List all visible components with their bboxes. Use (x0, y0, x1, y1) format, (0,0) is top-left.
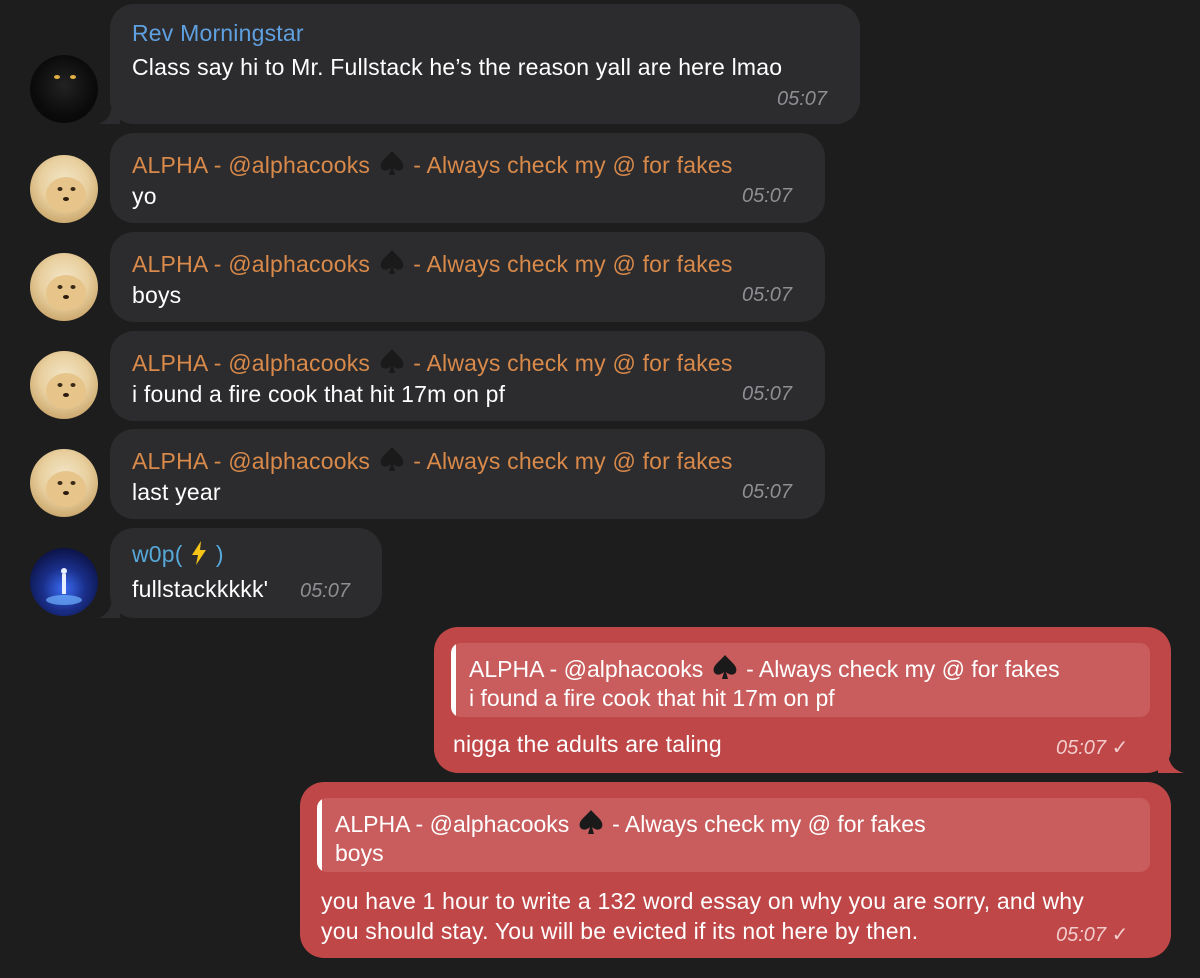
sender-tagline: - Always check my @ for fakes (413, 152, 733, 178)
read-check-icon: ✓ (1111, 737, 1129, 759)
message-time: 05:07 (742, 185, 793, 207)
sender-handle: ALPHA - @alphacooks (132, 251, 371, 277)
sender-name[interactable]: ALPHA - @alphacooks - Always check my @ … (132, 445, 733, 475)
bubble-tail (98, 102, 120, 124)
reply-text: i found a fire cook that hit 17m on pf (469, 685, 835, 711)
message-bubble[interactable]: Rev Morningstar Class say hi to Mr. Full… (110, 4, 860, 124)
message-time: 05:07 ✓ (1056, 735, 1128, 760)
doge-icon (46, 275, 86, 311)
reply-text: boys (335, 840, 384, 866)
avatar-alpha[interactable] (30, 155, 98, 223)
sender-name[interactable]: ALPHA - @alphacooks - Always check my @ … (132, 149, 733, 179)
sender-handle: w0p( (132, 541, 183, 567)
reply-sender: ALPHA - @alphacooks - Always check my @ … (469, 653, 1060, 683)
avatar-alpha[interactable] (30, 351, 98, 419)
sender-handle: ALPHA - @alphacooks (132, 152, 371, 178)
reply-preview[interactable]: ALPHA - @alphacooks - Always check my @ … (317, 798, 1150, 872)
message-bubble[interactable]: ALPHA - @alphacooks - Always check my @ … (110, 133, 825, 223)
message-text: nigga the adults are taling (453, 731, 722, 757)
sender-name[interactable]: ALPHA - @alphacooks - Always check my @ … (132, 347, 733, 377)
reply-sender-tagline: - Always check my @ for fakes (746, 656, 1060, 682)
sender-handle: ALPHA - @alphacooks (132, 350, 371, 376)
reply-sender-handle: ALPHA - @alphacooks (469, 656, 704, 682)
spade-icon (713, 655, 737, 679)
message-bubble[interactable]: ALPHA - @alphacooks - Always check my @ … (110, 429, 825, 519)
outgoing-message-bubble[interactable]: ALPHA - @alphacooks - Always check my @ … (434, 627, 1171, 773)
reply-bar (451, 643, 456, 717)
avatar-w0p[interactable] (30, 548, 98, 616)
sender-name[interactable]: ALPHA - @alphacooks - Always check my @ … (132, 248, 733, 278)
message-text: i found a fire cook that hit 17m on pf (132, 381, 506, 407)
avatar-alpha[interactable] (30, 449, 98, 517)
sender-tagline: - Always check my @ for fakes (413, 350, 733, 376)
spade-icon (380, 151, 404, 175)
sender-handle-end: ) (215, 541, 224, 567)
message-text: last year (132, 479, 221, 505)
read-check-icon: ✓ (1111, 924, 1129, 946)
message-time: 05:07 (742, 284, 793, 306)
bubble-tail (1158, 751, 1184, 773)
doge-icon (46, 177, 86, 213)
message-text: yo (132, 183, 157, 209)
message-time: 05:07 (300, 580, 351, 602)
message-time: 05:07 (742, 481, 793, 503)
sender-tagline: - Always check my @ for fakes (413, 251, 733, 277)
reply-sender: ALPHA - @alphacooks - Always check my @ … (335, 808, 926, 838)
spade-icon (380, 349, 404, 373)
avatar-rev-morningstar[interactable] (30, 55, 98, 123)
outgoing-message-bubble[interactable]: ALPHA - @alphacooks - Always check my @ … (300, 782, 1171, 958)
bubble-tail (98, 596, 120, 618)
sender-handle: ALPHA - @alphacooks (132, 448, 371, 474)
sender-name[interactable]: Rev Morningstar (132, 20, 304, 47)
message-text-line-2: you should stay. You will be evicted if … (321, 918, 919, 944)
spade-icon (579, 810, 603, 834)
message-time: 05:07 ✓ (1056, 922, 1128, 947)
spade-icon (380, 447, 404, 471)
message-text: boys (132, 282, 182, 308)
sender-name[interactable]: w0p( ) (132, 540, 224, 568)
reply-sender-tagline: - Always check my @ for fakes (612, 811, 926, 837)
message-text: Class say hi to Mr. Fullstack he’s the r… (132, 54, 783, 80)
message-time: 05:07 (742, 383, 793, 405)
reply-sender-handle: ALPHA - @alphacooks (335, 811, 570, 837)
message-text: fullstackkkkk' (132, 576, 269, 602)
message-time-value: 05:07 (1056, 737, 1107, 759)
reply-bar (317, 798, 322, 872)
sender-tagline: - Always check my @ for fakes (413, 448, 733, 474)
message-time-value: 05:07 (1056, 924, 1107, 946)
doge-icon (46, 373, 86, 409)
message-time: 05:07 (777, 88, 828, 110)
lightning-icon (192, 541, 207, 565)
message-bubble[interactable]: ALPHA - @alphacooks - Always check my @ … (110, 232, 825, 322)
figure-icon (46, 568, 82, 605)
spade-icon (380, 250, 404, 274)
message-bubble[interactable]: ALPHA - @alphacooks - Always check my @ … (110, 331, 825, 421)
doge-icon (46, 471, 86, 507)
avatar-alpha[interactable] (30, 253, 98, 321)
message-text-line-1: you have 1 hour to write a 132 word essa… (321, 888, 1084, 914)
reply-preview[interactable]: ALPHA - @alphacooks - Always check my @ … (451, 643, 1150, 717)
message-bubble[interactable]: w0p( ) fullstackkkkk' 05:07 (110, 528, 382, 618)
cat-eyes-icon (54, 75, 76, 79)
